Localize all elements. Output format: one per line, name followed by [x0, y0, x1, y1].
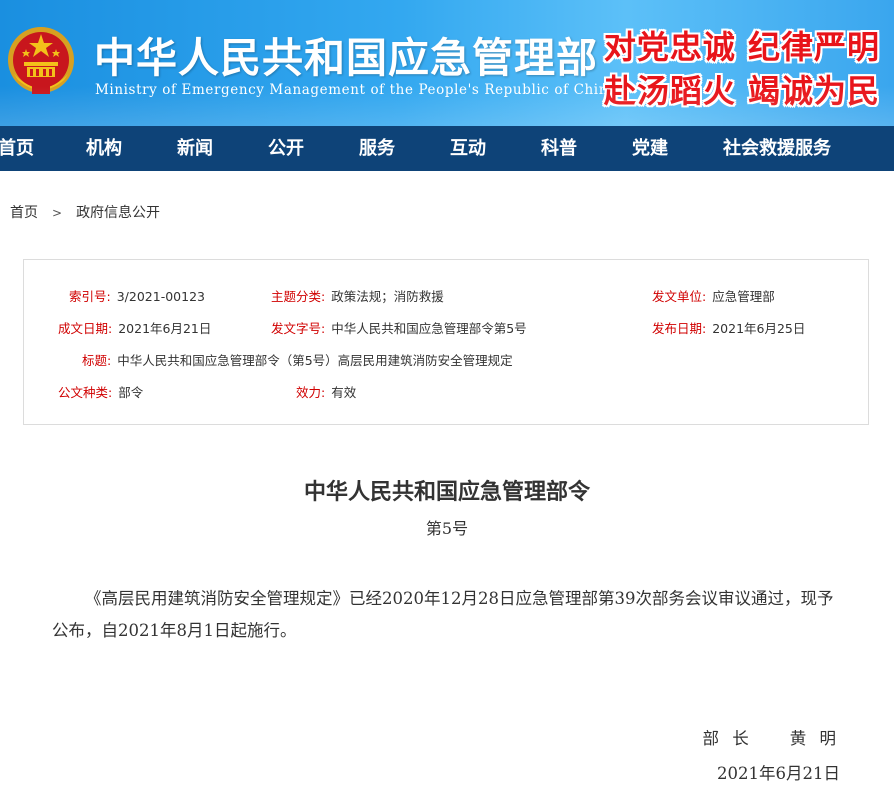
nav-item-science[interactable]: 科普 [541, 126, 577, 171]
field-created-date-label: 成文日期: [58, 321, 113, 336]
nav-item-interaction[interactable]: 互动 [450, 126, 486, 171]
field-issuer: 发文单位: 应急管理部 [652, 286, 775, 305]
field-validity: 效力: 有效 [296, 382, 356, 401]
field-created-date: 成文日期: 2021年6月21日 [58, 318, 211, 337]
national-emblem-icon [8, 27, 74, 94]
field-validity-value: 有效 [331, 385, 357, 400]
document-title: 中华人民共和国应急管理部令 [303, 479, 590, 505]
field-publish-date: 发布日期: 2021年6月25日 [652, 318, 805, 337]
slogan-line-2: 赴汤蹈火 竭诚为民 [603, 72, 880, 110]
site-title: 中华人民共和国应急管理部 [94, 34, 598, 82]
main-nav: 首页 机构 新闻 公开 服务 互动 科普 党建 社会救援服务 [0, 126, 894, 171]
field-doc-number-value: 中华人民共和国应急管理部令第5号 [331, 321, 527, 336]
nav-item-organization[interactable]: 机构 [86, 126, 122, 171]
field-index-label: 索引号: [69, 289, 111, 304]
field-publish-date-label: 发布日期: [652, 321, 707, 336]
nav-item-home[interactable]: 首页 [0, 126, 34, 171]
field-doc-type: 公文种类: 部令 [58, 382, 143, 401]
field-issuer-value: 应急管理部 [712, 289, 775, 304]
field-created-date-value: 2021年6月21日 [118, 321, 212, 336]
field-index-value: 3/2021-00123 [116, 289, 205, 304]
field-doc-type-label: 公文种类: [58, 385, 113, 400]
site-banner: 中华人民共和国应急管理部 Ministry of Emergency Manag… [0, 0, 894, 126]
nav-item-news[interactable]: 新闻 [177, 126, 213, 171]
field-index: 索引号: 3/2021-00123 [69, 286, 205, 305]
field-publish-date-value: 2021年6月25日 [712, 321, 806, 336]
field-doc-number: 发文字号: 中华人民共和国应急管理部令第5号 [271, 318, 527, 337]
breadcrumb-current[interactable]: 政府信息公开 [76, 205, 160, 221]
field-title-label: 标题: [82, 353, 112, 368]
field-doc-number-label: 发文字号: [271, 321, 326, 336]
slogan-line-1: 对党忠诚 纪律严明 [603, 28, 880, 66]
document-paragraph: 《高层民用建筑消防安全管理规定》已经2020年12月28日应急管理部第39次部务… [52, 589, 834, 640]
field-topic-value: 政策法规；消防救援 [331, 289, 444, 304]
document-metadata-box: 索引号: 3/2021-00123 主题分类: 政策法规；消防救援 发文单位: 应急管… [23, 259, 869, 425]
field-title-value: 中华人民共和国应急管理部令（第5号）高层民用建筑消防安全管理规定 [117, 353, 513, 368]
site-subtitle: Ministry of Emergency Management of the … [95, 82, 617, 98]
document-signer: 部 长 黄 明 [702, 729, 840, 748]
document-number: 第5号 [425, 519, 469, 538]
field-doc-type-value: 部令 [118, 385, 144, 400]
breadcrumb-home[interactable]: 首页 [10, 205, 38, 221]
field-validity-label: 效力: [296, 385, 326, 400]
nav-item-social-rescue[interactable]: 社会救援服务 [723, 126, 831, 171]
document-date: 2021年6月21日 [717, 764, 840, 783]
nav-item-party[interactable]: 党建 [632, 126, 668, 171]
nav-item-public[interactable]: 公开 [268, 126, 304, 171]
nav-item-services[interactable]: 服务 [359, 126, 395, 171]
field-title: 标题: 中华人民共和国应急管理部令（第5号）高层民用建筑消防安全管理规定 [82, 350, 513, 369]
breadcrumb-separator: > [52, 206, 63, 220]
field-topic-label: 主题分类: [271, 289, 326, 304]
field-issuer-label: 发文单位: [652, 289, 707, 304]
breadcrumb: 首页 > 政府信息公开 [10, 202, 160, 222]
field-topic: 主题分类: 政策法规；消防救援 [271, 286, 444, 305]
